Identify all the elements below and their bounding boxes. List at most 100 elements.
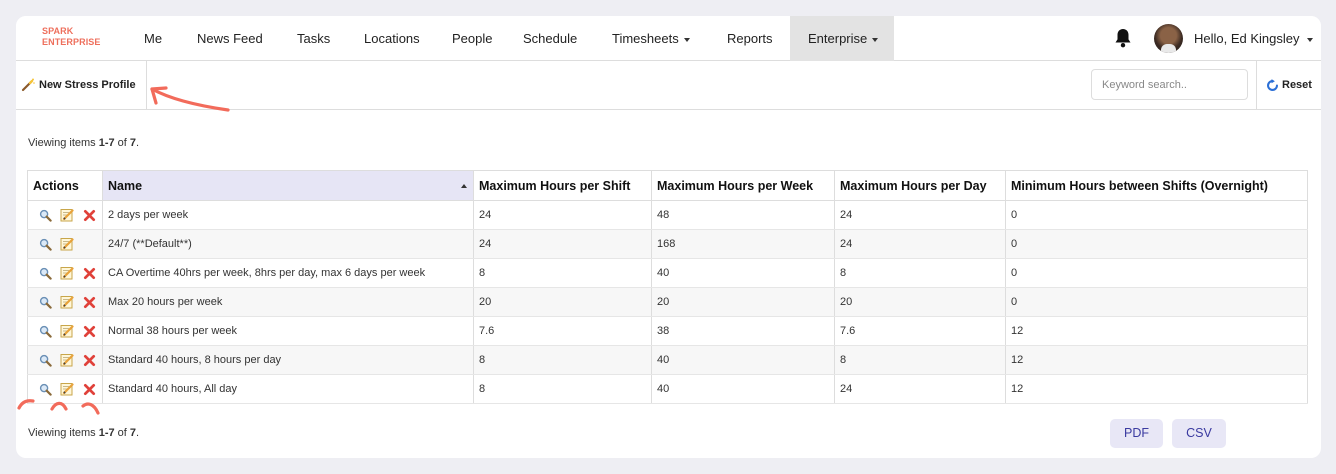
magic-wand-icon <box>21 78 35 92</box>
edit-pencil-icon[interactable] <box>59 352 75 368</box>
top-navbar: SPARK ENTERPRISE Me News Feed Tasks Loca… <box>16 16 1321 61</box>
cell-max-hours-week: 40 <box>651 258 835 288</box>
cell-max-hours-shift: 8 <box>473 374 652 404</box>
nav-item-tasks[interactable]: Tasks <box>297 16 330 61</box>
row-actions-cell <box>27 258 103 288</box>
cell-max-hours-shift: 7.6 <box>473 316 652 346</box>
row-actions-cell <box>27 200 103 230</box>
edit-pencil-icon[interactable] <box>59 381 75 397</box>
edit-pencil-icon[interactable] <box>59 207 75 223</box>
cell-max-hours-shift: 8 <box>473 258 652 288</box>
cell-max-hours-day: 7.6 <box>834 316 1006 346</box>
table-row: Standard 40 hours, 8 hours per day 8 40 8 12 <box>27 345 1308 375</box>
cell-max-hours-day: 20 <box>834 287 1006 317</box>
pagination-summary-top: Viewing items 1-7 of 7. <box>28 137 140 149</box>
delete-x-icon[interactable] <box>81 352 97 368</box>
cell-max-hours-shift: 24 <box>473 229 652 259</box>
cell-max-hours-week: 38 <box>651 316 835 346</box>
table-row: CA Overtime 40hrs per week, 8hrs per day… <box>27 258 1308 288</box>
table-row: 2 days per week 24 48 24 0 <box>27 200 1308 230</box>
column-header-name[interactable]: Name <box>102 170 474 201</box>
cell-max-hours-shift: 20 <box>473 287 652 317</box>
table-row: Standard 40 hours, All day 8 40 24 12 <box>27 374 1308 404</box>
new-stress-profile-button[interactable]: New Stress Profile <box>16 61 147 109</box>
cell-max-hours-shift: 24 <box>473 200 652 230</box>
cell-max-hours-shift: 8 <box>473 345 652 375</box>
column-header-max-hours-week[interactable]: Maximum Hours per Week <box>651 170 835 201</box>
edit-pencil-icon[interactable] <box>59 265 75 281</box>
refresh-icon <box>1267 78 1278 91</box>
column-header-max-hours-day[interactable]: Maximum Hours per Day <box>834 170 1006 201</box>
greeting-text: Hello, Ed Kingsley <box>1194 31 1300 46</box>
nav-item-locations[interactable]: Locations <box>364 16 420 61</box>
cell-name: Normal 38 hours per week <box>102 316 474 346</box>
nav-item-enterprise[interactable]: Enterprise <box>790 16 894 61</box>
stress-profiles-table: Actions Name Maximum Hours per Shift Max… <box>27 170 1308 404</box>
nav-item-reports[interactable]: Reports <box>727 16 773 61</box>
row-actions-cell <box>27 316 103 346</box>
view-magnifier-icon[interactable] <box>37 381 53 397</box>
brand-line-1: SPARK <box>42 26 74 36</box>
edit-pencil-icon[interactable] <box>59 294 75 310</box>
nav-item-timesheets[interactable]: Timesheets <box>612 16 690 61</box>
column-header-max-hours-shift[interactable]: Maximum Hours per Shift <box>473 170 652 201</box>
table-row: 24/7 (**Default**) 24 168 24 0 <box>27 229 1308 259</box>
keyword-search-input[interactable] <box>1091 69 1248 100</box>
view-magnifier-icon[interactable] <box>37 323 53 339</box>
export-pdf-button[interactable]: PDF <box>1110 419 1163 448</box>
cell-min-hours-between: 12 <box>1005 345 1308 375</box>
avatar[interactable] <box>1154 24 1183 53</box>
reset-label: Reset <box>1282 79 1312 91</box>
chevron-down-icon <box>1306 37 1313 42</box>
cell-max-hours-day: 8 <box>834 258 1006 288</box>
sort-ascending-icon <box>461 184 467 188</box>
cell-name: Max 20 hours per week <box>102 287 474 317</box>
cell-min-hours-between: 0 <box>1005 258 1308 288</box>
chevron-down-icon <box>872 37 879 42</box>
cell-name: 24/7 (**Default**) <box>102 229 474 259</box>
cell-name: Standard 40 hours, 8 hours per day <box>102 345 474 375</box>
view-magnifier-icon[interactable] <box>37 352 53 368</box>
cell-max-hours-week: 40 <box>651 374 835 404</box>
row-actions-cell <box>27 287 103 317</box>
new-stress-profile-label: New Stress Profile <box>39 79 136 91</box>
table-row: Max 20 hours per week 20 20 20 0 <box>27 287 1308 317</box>
nav-item-news-feed[interactable]: News Feed <box>197 16 263 61</box>
column-header-min-hours-between[interactable]: Minimum Hours between Shifts (Overnight) <box>1005 170 1308 201</box>
row-actions-cell <box>27 374 103 404</box>
reset-button[interactable]: Reset <box>1256 61 1321 109</box>
user-menu[interactable]: Hello, Ed Kingsley <box>1194 16 1313 61</box>
cell-min-hours-between: 12 <box>1005 316 1308 346</box>
delete-x-icon[interactable] <box>81 294 97 310</box>
nav-item-me[interactable]: Me <box>144 16 162 61</box>
row-actions-cell <box>27 345 103 375</box>
cell-max-hours-week: 40 <box>651 345 835 375</box>
delete-x-icon[interactable] <box>81 265 97 281</box>
edit-pencil-icon[interactable] <box>59 236 75 252</box>
cell-max-hours-day: 24 <box>834 229 1006 259</box>
cell-max-hours-day: 24 <box>834 200 1006 230</box>
cell-min-hours-between: 0 <box>1005 287 1308 317</box>
cell-min-hours-between: 0 <box>1005 229 1308 259</box>
nav-item-schedule[interactable]: Schedule <box>523 16 577 61</box>
cell-max-hours-week: 20 <box>651 287 835 317</box>
app-window: SPARK ENTERPRISE Me News Feed Tasks Loca… <box>16 16 1321 458</box>
delete-x-icon[interactable] <box>81 381 97 397</box>
bell-icon[interactable] <box>1113 27 1133 49</box>
nav-item-people[interactable]: People <box>452 16 492 61</box>
view-magnifier-icon[interactable] <box>37 294 53 310</box>
cell-name: 2 days per week <box>102 200 474 230</box>
view-magnifier-icon[interactable] <box>37 236 53 252</box>
cell-name: CA Overtime 40hrs per week, 8hrs per day… <box>102 258 474 288</box>
table-row: Normal 38 hours per week 7.6 38 7.6 12 <box>27 316 1308 346</box>
delete-x-icon[interactable] <box>81 207 97 223</box>
cell-max-hours-day: 8 <box>834 345 1006 375</box>
view-magnifier-icon[interactable] <box>37 207 53 223</box>
pagination-summary-bottom: Viewing items 1-7 of 7. <box>28 427 140 439</box>
edit-pencil-icon[interactable] <box>59 323 75 339</box>
view-magnifier-icon[interactable] <box>37 265 53 281</box>
brand-logo[interactable]: SPARK ENTERPRISE <box>42 26 101 48</box>
cell-max-hours-week: 168 <box>651 229 835 259</box>
export-csv-button[interactable]: CSV <box>1172 419 1226 448</box>
delete-x-icon[interactable] <box>81 323 97 339</box>
